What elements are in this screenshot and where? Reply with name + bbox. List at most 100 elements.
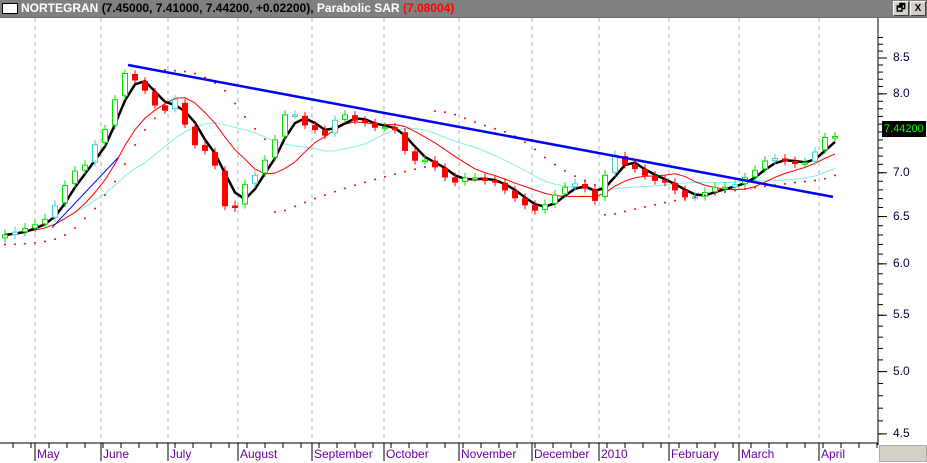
candle-body [562,186,568,195]
sar-dot [764,185,766,188]
candle-body [112,99,118,126]
candle-body [32,224,38,229]
sar-dot [114,180,116,183]
candle-body [252,174,258,184]
candle-body [832,136,838,139]
sar-dot [254,127,256,130]
candle-body [352,115,358,121]
candle-body [522,198,528,206]
sar-dot [724,191,726,194]
ma-slow-line [4,122,836,236]
sar-dot [754,186,756,189]
candle-body [162,105,168,111]
sar-dot [44,240,46,243]
y-tick-label: 4.5 [893,425,910,440]
candle-body [582,183,588,189]
sar-dot [824,177,826,180]
candle-body [92,144,98,163]
candle-body [282,114,288,137]
sar-dot [654,203,656,206]
sar-dot [334,190,336,193]
candle-body [762,160,768,170]
scroll-corner [879,445,927,462]
sar-dot [634,208,636,211]
candle-body [312,125,318,131]
sar-dot [694,195,696,198]
candle-body [712,186,718,193]
sar-dot [534,148,536,151]
candle-body [242,184,248,205]
price-chart[interactable] [0,0,927,463]
sar-dot [304,201,306,204]
last-price-label: 7.44200 [882,121,926,137]
y-tick-label: 7.0 [893,164,910,179]
sar-dot [814,179,816,182]
sar-dot [734,189,736,192]
sar-dot [714,192,716,195]
candle-body [602,174,608,198]
sar-dot [454,113,456,116]
x-tick-label: August [240,447,278,461]
candle-body [342,114,348,120]
candle-body [362,120,368,124]
sar-dot [794,181,796,184]
sar-dot [274,211,276,214]
candle-body [102,129,108,143]
candle-body [772,158,778,162]
candle-body [422,159,428,163]
ma-fast-line [4,79,836,237]
candle-body [452,177,458,183]
sar-dot [284,209,286,212]
sar-dot [224,89,226,92]
sar-dot [744,188,746,191]
y-tick-label: 8.0 [893,85,910,100]
candle-body [612,154,618,173]
sar-dot [374,178,376,181]
candle-body [372,122,378,128]
sar-dot [364,181,366,184]
sar-dot [384,175,386,178]
sar-dot [4,243,6,246]
candle-body [512,190,518,199]
sar-dot [614,212,616,215]
sar-dot [544,156,546,159]
sar-dot [394,173,396,176]
x-tick-label: June [103,447,130,461]
candle-body [82,164,88,171]
ma-mid-line [4,97,836,236]
candle-body [402,132,408,151]
candle-body [482,177,488,181]
sar-dot [104,194,106,197]
sar-dot [324,194,326,197]
candle-body [802,162,808,165]
sar-dot [294,205,296,208]
sar-dot [174,69,176,72]
x-tick-label: May [37,447,60,461]
x-tick-label: March [741,447,775,461]
candle-body [492,180,498,183]
candle-body [172,99,178,110]
candle-body [442,167,448,178]
sar-dot [524,141,526,144]
sar-dot [464,117,466,120]
sar-dot [24,242,26,245]
y-tick-label: 8.5 [893,50,910,64]
sar-dot [184,70,186,73]
candle-body [792,160,798,165]
x-tick-label: 2010 [601,447,628,461]
candle-body [732,184,738,188]
candle-body [262,159,268,174]
candle-body [62,185,68,204]
sar-dot [484,124,486,127]
candle-body [192,126,198,146]
candle-body [662,180,668,183]
sar-dot [684,197,686,200]
x-tick-label: February [671,447,720,461]
sar-dot [474,121,476,124]
x-tick-label: July [170,447,192,461]
sar-dot [554,163,556,166]
sar-dot [584,179,586,182]
sar-dot [434,110,436,113]
candle-body [782,158,788,162]
x-tick-label: December [534,447,590,461]
